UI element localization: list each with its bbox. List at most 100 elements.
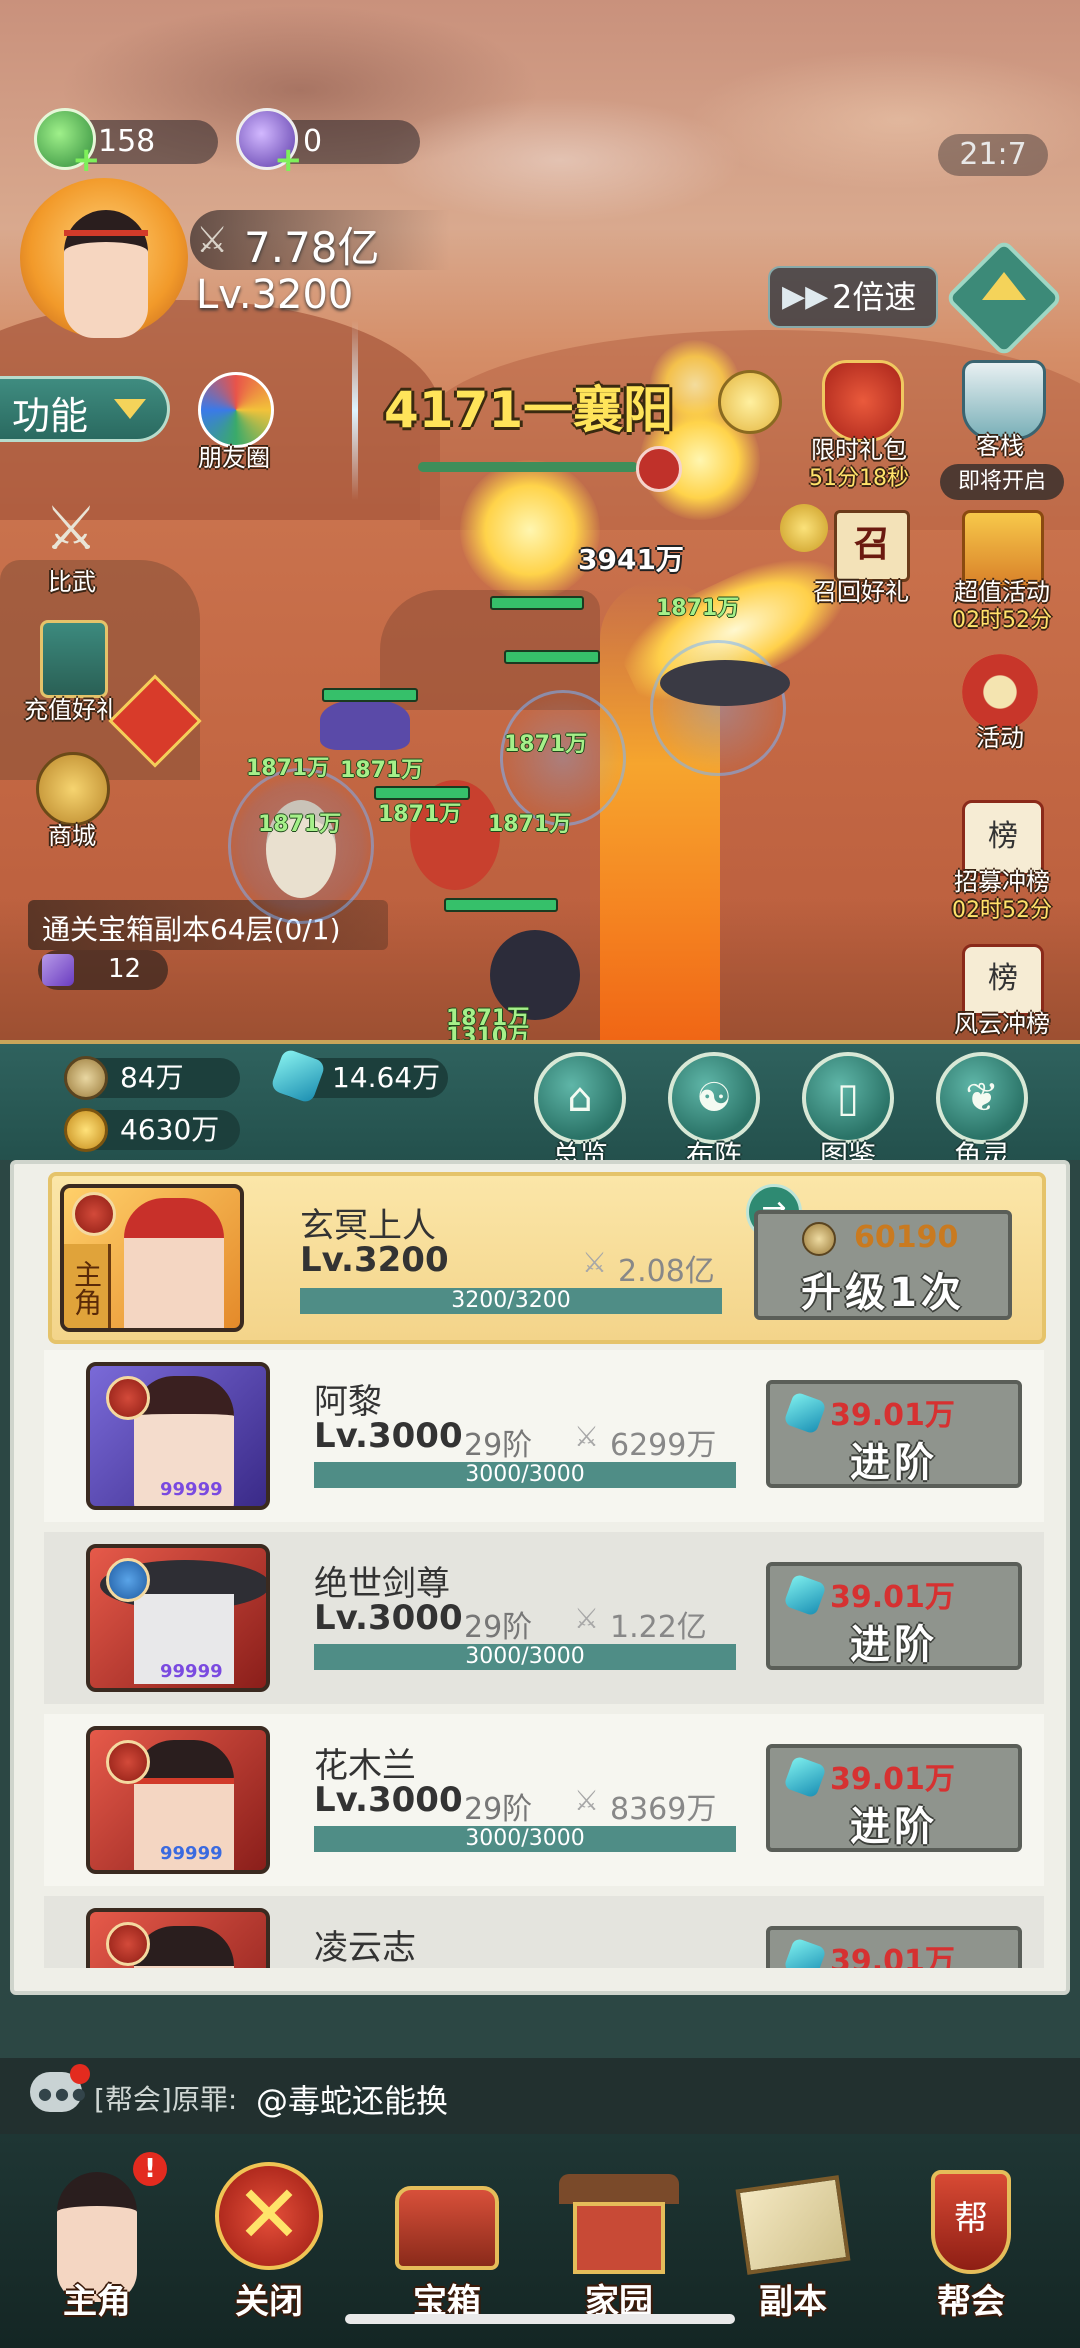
codex-button[interactable]: ▯ 图鉴 <box>798 1052 898 1174</box>
class-badge-icon <box>106 1740 150 1784</box>
hero-portrait[interactable]: 99999 <box>86 1726 270 1874</box>
resource-bar: 84万 14.64万 4630万 ⌂ 总览 ☯ 布阵 ▯ 图鉴 ❦ 鱼灵 <box>0 1040 1080 1172</box>
jade-icon <box>783 1391 827 1435</box>
event-label: 活动 <box>976 724 1024 752</box>
quest-reward: 12 <box>38 950 168 990</box>
damage-number: 1871万 <box>378 802 462 827</box>
hero-portrait[interactable]: 主角 <box>60 1184 244 1332</box>
class-badge-icon <box>106 1376 150 1420</box>
hero-portrait[interactable] <box>86 1908 270 1968</box>
bottom-nav: ! 主角 ✕ 关闭 宝箱 家园 副本 帮 帮会 <box>0 2134 1080 2348</box>
scroll-icon[interactable] <box>40 620 108 698</box>
stage-info-icon[interactable] <box>718 370 782 434</box>
advance-label: 进阶 <box>850 1804 938 1850</box>
tab-dungeon[interactable]: 副本 <box>718 2134 868 2348</box>
class-badge-icon <box>106 1558 150 1602</box>
chat-bar[interactable]: ●●● [帮会]原罪: @毒蛇还能换 <box>0 2058 1080 2134</box>
jade-icon <box>783 1573 827 1617</box>
hero-power: 8369万 <box>610 1792 717 1827</box>
home-gate-icon <box>559 2152 679 2282</box>
fish-spirit-button[interactable]: ❦ 鱼灵 <box>932 1052 1032 1174</box>
hero-level: Lv.3000 <box>314 1780 463 1820</box>
advance-cost: 39.01万 <box>830 1762 955 1797</box>
inn-label: 客栈 <box>976 432 1024 460</box>
crossed-blades-icon[interactable]: ⚔ <box>34 492 108 566</box>
guild-banner-icon: 帮 <box>911 2152 1031 2282</box>
advance-button[interactable]: 39.01万 进阶 <box>766 1562 1022 1670</box>
upgrade-label: 升级1次 <box>801 1270 965 1316</box>
overview-icon: ⌂ <box>534 1052 626 1144</box>
damage-number-large: 3941万 <box>578 543 684 576</box>
advance-button[interactable]: 39.01万 <box>766 1926 1022 1968</box>
shop-icon[interactable] <box>36 752 110 826</box>
recall-gift-label: 召回好礼 <box>813 578 909 606</box>
advance-button[interactable]: 39.01万 进阶 <box>766 1744 1022 1852</box>
plus-icon[interactable]: + <box>72 140 101 180</box>
clock: 21:7 <box>938 134 1048 176</box>
hero-portrait[interactable]: 99999 <box>86 1362 270 1510</box>
shop-label: 商城 <box>48 822 96 850</box>
overview-button[interactable]: ⌂ 总览 <box>530 1052 630 1174</box>
hero-level: Lv.3200 <box>300 1240 449 1280</box>
fengyun-rank-label: 风云冲榜 <box>954 1010 1050 1038</box>
plus-icon[interactable]: + <box>274 140 303 180</box>
hero-row[interactable]: 99999 花木兰 Lv.3000 29阶 ⚔ 8369万 3000/3000 … <box>44 1714 1044 1886</box>
tab-dungeon-label: 副本 <box>759 2282 827 2322</box>
treasure-box-icon <box>42 954 74 986</box>
formation-button[interactable]: ☯ 布阵 <box>664 1052 764 1174</box>
class-badge-icon <box>106 1922 150 1966</box>
player-avatar[interactable] <box>20 178 188 338</box>
resource-value-2: 0 <box>303 124 323 159</box>
alert-badge-icon: ! <box>133 2152 167 2186</box>
upgrade-cost: 60190 <box>854 1220 959 1255</box>
up-arrow-icon <box>982 272 1026 300</box>
super-event-timer: 02时52分 <box>952 608 1052 633</box>
hero-portrait[interactable]: 99999 <box>86 1544 270 1692</box>
hero-row[interactable]: 99999 绝世剑尊 Lv.3000 29阶 ⚔ 1.22亿 3000/3000… <box>44 1532 1044 1704</box>
chat-dots: ●●● <box>38 2084 89 2103</box>
advance-label: 进阶 <box>850 1440 938 1486</box>
pvp-label: 比武 <box>48 568 96 596</box>
jade-value: 14.64万 <box>332 1061 441 1094</box>
hero-stage: 29阶 <box>464 1792 533 1827</box>
function-label: 功能 <box>12 394 89 438</box>
tab-close[interactable]: ✕ 关闭 <box>194 2134 344 2348</box>
tab-close-label: 关闭 <box>235 2282 303 2322</box>
boss-icon <box>636 446 682 492</box>
upgrade-button[interactable]: 60190 升级1次 <box>754 1210 1012 1320</box>
friends-circle-icon[interactable] <box>198 372 274 448</box>
treasure-chest-icon <box>387 2152 507 2282</box>
map-scroll-icon <box>733 2152 853 2282</box>
gold-ingot-icon <box>64 1108 108 1152</box>
copper-coin-icon <box>802 1222 836 1256</box>
chat-channel: [帮会]原罪: <box>94 2083 238 2116</box>
tab-hero[interactable]: ! 主角 <box>22 2134 172 2348</box>
advance-button[interactable]: 39.01万 进阶 <box>766 1380 1022 1488</box>
advance-cost: 39.01万 <box>830 1944 955 1968</box>
yin-yang-icon: ☯ <box>668 1052 760 1144</box>
power-swords-icon: ⚔ <box>574 1602 600 1635</box>
speed-button[interactable]: ▶▶ 2倍速 <box>768 266 938 328</box>
speed-label: 2倍速 <box>832 278 917 316</box>
glow-effect <box>460 460 600 600</box>
class-badge-icon <box>72 1192 116 1236</box>
tab-guild[interactable]: 帮 帮会 <box>896 2134 1046 2348</box>
fast-forward-icon: ▶▶ <box>782 279 829 314</box>
damage-number: 1310万 <box>446 1024 530 1040</box>
hero-stars: 99999 <box>160 1479 223 1500</box>
hero-row-main[interactable]: 主角 玄冥上人 Lv.3200 ⚔ 2.08亿 3200/3200 ⇄ 6019… <box>48 1172 1046 1344</box>
hero-row[interactable]: 99999 阿黎 Lv.3000 29阶 ⚔ 6299万 3000/3000 3… <box>44 1350 1044 1522</box>
headband <box>64 230 148 236</box>
stage-title: 4171一襄阳 <box>384 381 674 439</box>
function-menu-button[interactable]: 功能 <box>0 376 170 442</box>
book-icon: ▯ <box>802 1052 894 1144</box>
hero-xp-bar: 3200/3200 <box>300 1288 722 1314</box>
hero-level: Lv.3000 <box>314 1416 463 1456</box>
hero-row[interactable]: 凌云志 39.01万 <box>44 1896 1044 1968</box>
jade-icon <box>783 1755 827 1799</box>
gold-ingot-icon <box>780 504 828 552</box>
damage-number: 1871万 <box>246 756 330 781</box>
damage-number: 1871万 <box>488 812 572 837</box>
close-icon: ✕ <box>209 2152 329 2282</box>
tab-guild-label: 帮会 <box>937 2282 1005 2322</box>
